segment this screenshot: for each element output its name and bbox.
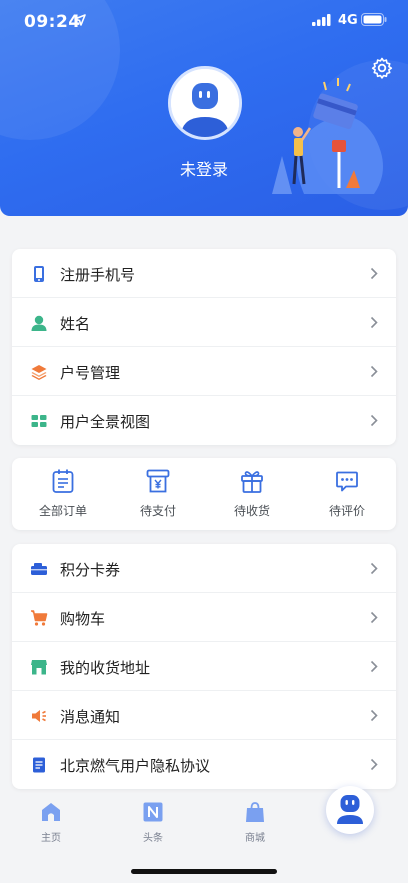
coupon-icon bbox=[31, 563, 47, 575]
menu-item-label: 北京燃气用户隐私协议 bbox=[60, 757, 211, 775]
signal-icon bbox=[312, 14, 331, 26]
order-label: 全部订单 bbox=[38, 504, 87, 518]
menu-item-label: 购物车 bbox=[60, 610, 106, 628]
service-menu-card: 积分卡券 购物车 我的收货地址 消息通知 北京燃气用户隐私协议 bbox=[12, 544, 396, 789]
gift-box-icon bbox=[241, 471, 263, 493]
menu-item-notifications[interactable]: 消息通知 bbox=[12, 691, 396, 740]
menu-item-shipping-address[interactable]: 我的收货地址 bbox=[12, 642, 396, 691]
home-icon bbox=[42, 803, 60, 821]
status-bar: 09:24 4G bbox=[0, 0, 408, 44]
chevron-right-icon bbox=[370, 758, 378, 771]
menu-item-name[interactable]: 姓名 bbox=[12, 298, 396, 347]
orders-card: 全部订单 待支付 待收货 待评价 bbox=[12, 458, 396, 530]
menu-item-label: 我的收货地址 bbox=[60, 659, 151, 677]
chevron-right-icon bbox=[370, 660, 378, 673]
order-list-icon bbox=[52, 469, 74, 493]
location-arrow-icon bbox=[74, 14, 86, 26]
payment-icon bbox=[146, 469, 170, 493]
header-illustration bbox=[272, 78, 383, 194]
store-icon bbox=[31, 660, 47, 675]
order-label: 待支付 bbox=[139, 504, 176, 518]
chevron-right-icon bbox=[370, 611, 378, 624]
document-icon bbox=[33, 757, 45, 773]
order-pending-review[interactable]: 待评价 bbox=[299, 468, 395, 528]
battery-icon bbox=[361, 13, 387, 26]
home-indicator bbox=[131, 869, 277, 874]
user-avatar-icon bbox=[171, 69, 239, 137]
chevron-right-icon bbox=[370, 414, 378, 427]
speaker-icon bbox=[32, 710, 46, 722]
menu-item-account-management[interactable]: 户号管理 bbox=[12, 347, 396, 396]
network-type: 4G bbox=[338, 13, 358, 28]
profile-header: 09:24 4G 未登录 bbox=[0, 0, 408, 216]
chevron-right-icon bbox=[370, 709, 378, 722]
user-profile-icon bbox=[337, 795, 363, 824]
order-label: 待评价 bbox=[328, 504, 365, 518]
tab-home[interactable]: 主页 bbox=[21, 801, 81, 844]
menu-item-points-coupons[interactable]: 积分卡券 bbox=[12, 544, 396, 593]
menu-item-label: 注册手机号 bbox=[60, 266, 136, 284]
tab-label: 头条 bbox=[143, 833, 163, 844]
shopping-bag-icon bbox=[246, 802, 264, 822]
layers-icon bbox=[31, 365, 47, 380]
tab-label: 主页 bbox=[41, 833, 61, 844]
tab-news[interactable]: 头条 bbox=[123, 801, 183, 844]
tab-mall[interactable]: 商城 bbox=[225, 801, 285, 844]
person-icon bbox=[31, 315, 47, 331]
tab-label: 商城 bbox=[245, 833, 265, 844]
grid-icon bbox=[31, 415, 47, 427]
news-icon bbox=[143, 802, 163, 822]
account-menu-card: 注册手机号 姓名 户号管理 用户全景视图 bbox=[12, 249, 396, 445]
chevron-right-icon bbox=[370, 365, 378, 378]
chevron-right-icon bbox=[370, 562, 378, 575]
menu-item-register-phone[interactable]: 注册手机号 bbox=[12, 249, 396, 298]
phone-icon bbox=[34, 266, 44, 282]
menu-item-label: 积分卡券 bbox=[60, 561, 121, 579]
cart-icon bbox=[31, 610, 48, 626]
menu-item-label: 姓名 bbox=[60, 315, 91, 333]
order-pending-payment[interactable]: 待支付 bbox=[110, 468, 206, 528]
menu-item-user-panorama[interactable]: 用户全景视图 bbox=[12, 396, 396, 445]
order-all[interactable]: 全部订单 bbox=[15, 468, 111, 528]
order-pending-receipt[interactable]: 待收货 bbox=[204, 468, 300, 528]
menu-item-label: 消息通知 bbox=[60, 708, 121, 726]
order-label: 待收货 bbox=[233, 504, 270, 518]
menu-item-shopping-cart[interactable]: 购物车 bbox=[12, 593, 396, 642]
chevron-right-icon bbox=[370, 267, 378, 280]
chevron-right-icon bbox=[370, 316, 378, 329]
status-time: 09:24 bbox=[24, 12, 81, 32]
menu-item-label: 用户全景视图 bbox=[60, 413, 151, 431]
menu-item-privacy-agreement[interactable]: 北京燃气用户隐私协议 bbox=[12, 740, 396, 789]
comment-icon bbox=[336, 471, 358, 492]
menu-item-label: 户号管理 bbox=[60, 364, 121, 382]
profile-tab-button[interactable] bbox=[326, 786, 374, 834]
avatar[interactable] bbox=[168, 66, 242, 140]
